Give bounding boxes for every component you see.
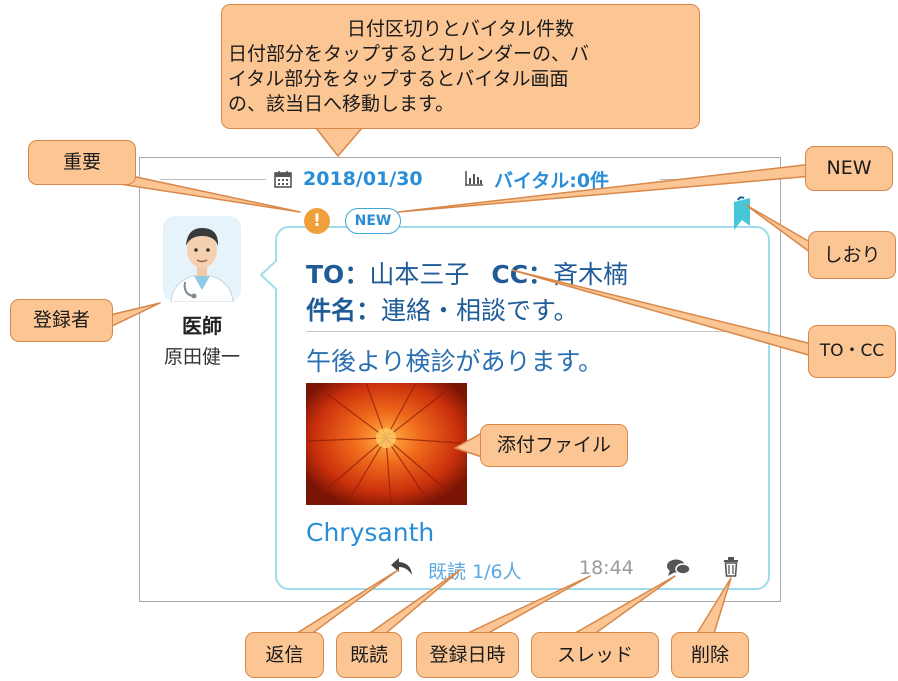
read-count[interactable]: 1/6人	[472, 561, 522, 583]
header-divider	[306, 331, 758, 332]
callout-reply: 返信	[245, 632, 324, 678]
callout-registrant: 登録者	[10, 299, 113, 342]
attachment-name[interactable]: Chrysanth	[306, 518, 434, 547]
subject-value: 連絡・相談です。	[381, 296, 579, 325]
to-value: 山本三子	[369, 260, 470, 289]
date-divider-left	[160, 179, 266, 180]
subject-line: 件名：連絡・相談です。	[306, 291, 579, 327]
calendar-icon	[273, 169, 295, 189]
vital-count[interactable]: バイタル:0件	[494, 166, 609, 193]
callout-date-vital-line1: 日付区切りとバイタル件数	[346, 17, 575, 40]
callout-date-vital-line4: の、該当日へ移動します。	[228, 92, 455, 115]
registered-time: 18:44	[579, 557, 634, 579]
new-badge: NEW	[345, 208, 401, 234]
callout-delete: 削除	[671, 632, 749, 678]
cc-label: CC	[491, 260, 529, 289]
bookmark-icon[interactable]	[728, 196, 754, 232]
callout-thread: スレッド	[531, 632, 659, 678]
cc-sep: ：	[528, 260, 554, 289]
date-header[interactable]: 2018/01/30	[273, 166, 423, 192]
read-status[interactable]: 既読 1/6人	[428, 557, 522, 584]
callout-new: NEW	[805, 146, 893, 191]
callout-registered-at: 登録日時	[416, 632, 519, 678]
reply-icon[interactable]	[389, 556, 417, 578]
bubble-tail	[259, 260, 279, 290]
thread-icon[interactable]	[666, 557, 692, 579]
read-label[interactable]: 既読	[428, 561, 466, 583]
callout-date-vital-line2: 日付部分をタップするとカレンダーの、バ	[228, 42, 590, 65]
date-divider-right	[660, 179, 765, 180]
chart-icon	[464, 169, 486, 189]
callout-date-vital-line3: イタル部分をタップするとバイタル画面	[228, 67, 569, 90]
date-link[interactable]: 2018/01/30	[303, 168, 423, 190]
trash-icon[interactable]	[723, 557, 741, 579]
subject-sep: ：	[356, 296, 382, 325]
important-mark: !	[304, 208, 330, 234]
vital-link[interactable]: バイタル:0件	[464, 166, 609, 192]
to-sep: ：	[344, 260, 370, 289]
callout-date-vital: 日付区切りとバイタル件数 日付部分をタップするとカレンダーの、バ イタル部分をタ…	[221, 4, 700, 129]
author-role: 医師	[182, 314, 222, 338]
doctor-avatar	[163, 216, 241, 303]
callout-to-cc: TO・CC	[808, 325, 896, 378]
to-label: TO	[306, 260, 345, 289]
cc-value: 斉木楠	[553, 260, 629, 289]
callout-read: 既読	[336, 632, 402, 678]
to-cc-line: TO：山本三子 CC：斉木楠	[306, 255, 628, 291]
author-name: 原田健一	[163, 346, 240, 368]
subject-label: 件名	[306, 296, 357, 325]
callout-important: 重要	[28, 140, 136, 185]
attachment-image[interactable]	[306, 383, 467, 505]
message-body: 午後より検診があります。	[306, 347, 604, 376]
callout-bookmark: しおり	[808, 231, 896, 279]
callout-attachment: 添付ファイル	[480, 424, 628, 467]
